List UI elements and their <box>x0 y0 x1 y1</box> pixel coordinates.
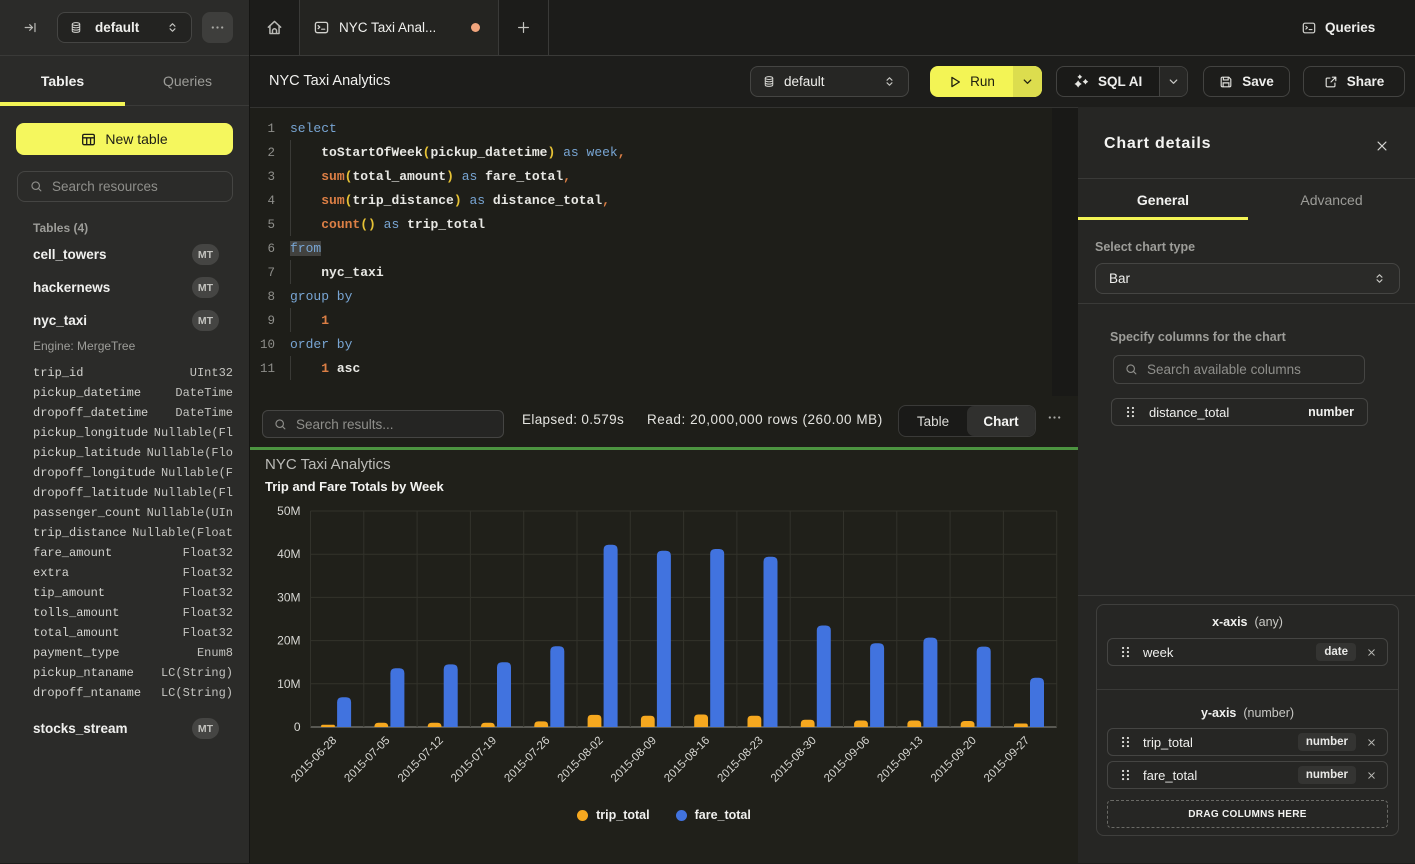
svg-text:2015-08-23: 2015-08-23 <box>716 735 766 785</box>
svg-text:20M: 20M <box>277 634 300 648</box>
svg-text:2015-09-06: 2015-09-06 <box>822 735 872 785</box>
svg-text:30M: 30M <box>277 590 300 604</box>
svg-text:2015-07-05: 2015-07-05 <box>342 735 392 785</box>
svg-text:2015-08-16: 2015-08-16 <box>662 735 712 785</box>
svg-text:2015-08-02: 2015-08-02 <box>556 735 606 785</box>
svg-text:2015-07-12: 2015-07-12 <box>396 735 446 785</box>
svg-text:40M: 40M <box>277 547 300 561</box>
svg-text:2015-08-09: 2015-08-09 <box>609 735 659 785</box>
svg-text:0: 0 <box>294 720 301 734</box>
svg-text:2015-08-30: 2015-08-30 <box>769 735 819 785</box>
svg-text:2015-09-13: 2015-09-13 <box>875 735 925 785</box>
svg-text:10M: 10M <box>277 677 300 691</box>
svg-text:50M: 50M <box>277 504 300 518</box>
svg-text:2015-09-27: 2015-09-27 <box>982 735 1032 785</box>
svg-text:2015-07-26: 2015-07-26 <box>502 735 552 785</box>
svg-text:2015-09-20: 2015-09-20 <box>929 735 979 785</box>
svg-text:2015-07-19: 2015-07-19 <box>449 735 499 785</box>
svg-text:2015-06-28: 2015-06-28 <box>289 735 339 785</box>
